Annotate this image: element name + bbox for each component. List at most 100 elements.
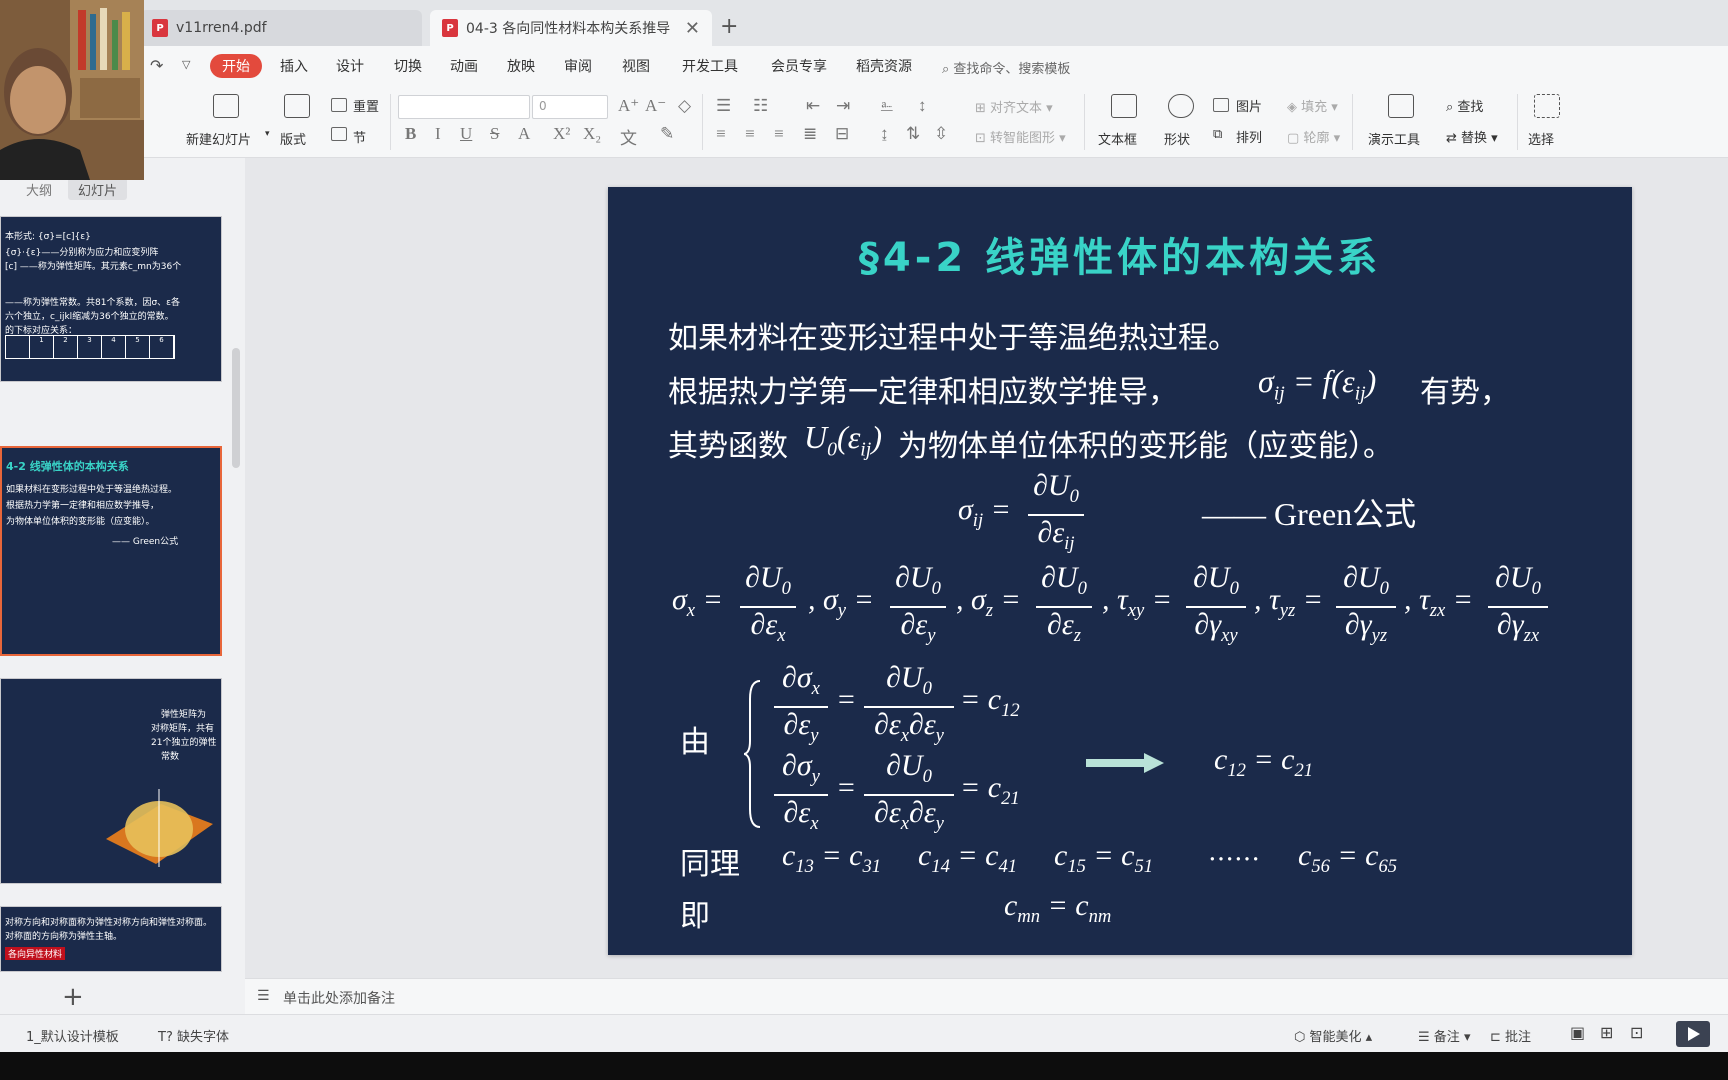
- font-family-select[interactable]: [398, 95, 530, 119]
- phonetic-icon[interactable]: ⽂: [620, 124, 637, 149]
- reset-button[interactable]: 重置: [353, 96, 379, 115]
- slide-title: §4-2 线弹性体的本构关系: [858, 235, 1382, 281]
- fill-button[interactable]: ◈ 填充 ▾: [1287, 96, 1338, 115]
- menu-member[interactable]: 会员专享: [771, 56, 827, 76]
- bullet-list-icon[interactable]: ☰: [716, 96, 731, 116]
- menu-home[interactable]: 开始: [210, 54, 262, 78]
- tab-pdf-document[interactable]: P v11rren4.pdf: [140, 10, 422, 46]
- design-template-label[interactable]: 1_默认设计模板: [26, 1026, 119, 1045]
- menu-review[interactable]: 审阅: [564, 56, 592, 76]
- chevron-down-icon[interactable]: ▾: [265, 129, 270, 139]
- equals-sign: =: [836, 683, 857, 716]
- notes-placeholder[interactable]: 单击此处添加备注: [283, 988, 395, 1008]
- normal-view-icon[interactable]: ▣: [1570, 1023, 1585, 1042]
- underline-icon[interactable]: U: [460, 124, 472, 144]
- panel-scrollbar[interactable]: [232, 348, 240, 468]
- missing-font-button[interactable]: T? 缺失字体: [158, 1026, 229, 1045]
- font-color-icon[interactable]: A: [518, 124, 530, 144]
- align-right-icon[interactable]: ≡: [774, 124, 784, 144]
- equation-sigma-y: , σy =: [808, 583, 874, 621]
- paragraph-spacing-icon[interactable]: ↨: [880, 124, 889, 144]
- smart-shape-button[interactable]: ⊡ 转智能图形 ▾: [975, 127, 1066, 146]
- layout-button[interactable]: 版式: [280, 129, 306, 148]
- distribute-icon[interactable]: ⊟: [835, 124, 849, 144]
- section-button[interactable]: 节: [353, 127, 366, 146]
- line-spacing-icon[interactable]: ↕: [918, 96, 927, 116]
- slide-thumbnail-2[interactable]: 4-2 线弹性体的本构关系 如果材料在变形过程中处于等温绝热过程。 根据热力学第…: [0, 446, 222, 656]
- clear-format-icon[interactable]: ◇: [678, 96, 691, 116]
- equation-fraction: ∂U0 ∂γzx: [1488, 561, 1548, 653]
- arrow-right-icon: [1086, 753, 1164, 773]
- tab-presentation[interactable]: P 04-3 各向同性材料本构关系推导 ✕: [430, 10, 712, 46]
- menu-slideshow[interactable]: 放映: [507, 56, 535, 76]
- align-text-button[interactable]: ⊞ 对齐文本 ▾: [975, 97, 1053, 116]
- align-center-icon[interactable]: ≡: [745, 124, 755, 144]
- add-slide-button[interactable]: +: [62, 982, 84, 1012]
- command-search[interactable]: ⌕ 查找命令、搜索模板: [942, 58, 1070, 77]
- shape-button[interactable]: 形状: [1164, 129, 1190, 148]
- redo-icon[interactable]: ↷: [150, 56, 163, 75]
- tab-outline[interactable]: 大纲: [16, 178, 62, 200]
- font-missing-icon: T?: [158, 1030, 177, 1045]
- replace-button[interactable]: ⇄ 替换 ▾: [1446, 127, 1498, 146]
- new-tab-button[interactable]: +: [720, 14, 738, 39]
- subscript-icon[interactable]: X₂: [583, 124, 601, 144]
- tab-bar: P v11rren4.pdf P 04-3 各向同性材料本构关系推导 ✕ +: [0, 0, 1728, 46]
- present-tool-button[interactable]: 演示工具: [1368, 129, 1420, 148]
- increase-indent-icon[interactable]: ⇥: [836, 96, 850, 116]
- chevron-down-icon[interactable]: ▽: [182, 58, 190, 71]
- numbered-list-icon[interactable]: ☷: [753, 96, 768, 116]
- menu-docer[interactable]: 稻壳资源: [856, 56, 912, 76]
- italic-icon[interactable]: I: [435, 124, 441, 144]
- present-tool-icon[interactable]: [1388, 94, 1414, 118]
- select-icon[interactable]: [1534, 94, 1560, 118]
- new-slide-icon[interactable]: [213, 94, 239, 118]
- notes-toggle-button[interactable]: ☰ 备注 ▾: [1418, 1026, 1470, 1045]
- play-slideshow-button[interactable]: [1676, 1021, 1710, 1047]
- column-icon[interactable]: ⇅: [906, 124, 920, 144]
- menu-animation[interactable]: 动画: [450, 56, 478, 76]
- notes-bar[interactable]: ☰ 单击此处添加备注: [245, 978, 1728, 1014]
- picture-button[interactable]: 图片: [1236, 96, 1262, 115]
- smart-beautify-button[interactable]: ⬡ 智能美化 ▴: [1294, 1026, 1372, 1045]
- justify-icon[interactable]: ≣: [803, 124, 817, 144]
- slide-thumbnail-1[interactable]: 本形式: {σ}=[c]{ε} {σ}·{ε}——分别称为应力和应变列阵 [c]…: [0, 216, 222, 382]
- menu-insert[interactable]: 插入: [280, 56, 308, 76]
- reset-icon: [331, 98, 347, 112]
- font-grow-icon[interactable]: A⁺: [618, 96, 639, 116]
- decrease-indent-icon[interactable]: ⇤: [806, 96, 820, 116]
- spacing-icon[interactable]: ⇳: [934, 124, 948, 144]
- textbox-button[interactable]: 文本框: [1098, 129, 1137, 148]
- highlight-icon[interactable]: ✎: [660, 124, 674, 144]
- equation-tau-yz: , τyz =: [1254, 583, 1323, 621]
- superscript-icon[interactable]: X²: [553, 124, 570, 144]
- tab-slides[interactable]: 幻灯片: [68, 178, 128, 200]
- select-button[interactable]: 选择: [1528, 129, 1554, 148]
- strikethrough-icon[interactable]: S: [490, 124, 499, 144]
- layout-icon[interactable]: [284, 94, 310, 118]
- font-shrink-icon[interactable]: A⁻: [645, 96, 666, 116]
- current-slide[interactable]: §4-2 线弹性体的本构关系 如果材料在变形过程中处于等温绝热过程。 根据热力学…: [608, 187, 1632, 955]
- slide-thumbnail-3[interactable]: 弹性矩阵为 对称矩阵，共有 21个独立的弹性 常数: [0, 678, 222, 884]
- align-left-icon[interactable]: ≡: [716, 124, 726, 144]
- shape-icon[interactable]: [1168, 94, 1194, 118]
- arrange-button[interactable]: 排列: [1236, 127, 1262, 146]
- text-direction-icon[interactable]: ⎁: [880, 96, 894, 116]
- slide-thumbnail-4[interactable]: 对称方向和对称面称为弹性对称方向和弹性对称面。 对称面的方向称为弹性主轴。 各向…: [0, 906, 222, 972]
- menu-view[interactable]: 视图: [622, 56, 650, 76]
- close-icon[interactable]: ✕: [685, 18, 700, 39]
- textbox-icon[interactable]: [1111, 94, 1137, 118]
- search-icon: ⌕: [942, 62, 954, 77]
- outline-button[interactable]: ▢ 轮廓 ▾: [1287, 127, 1340, 146]
- menu-developer[interactable]: 开发工具: [682, 56, 738, 76]
- reading-view-icon[interactable]: ⊡: [1630, 1023, 1643, 1042]
- comments-button[interactable]: ⊏ 批注: [1490, 1026, 1531, 1045]
- bold-icon[interactable]: B: [405, 124, 416, 144]
- find-button[interactable]: ⌕ 查找: [1446, 96, 1483, 115]
- menu-transition[interactable]: 切换: [394, 56, 422, 76]
- new-slide-button[interactable]: 新建幻灯片: [186, 129, 251, 148]
- slide-sorter-icon[interactable]: ⊞: [1600, 1023, 1613, 1042]
- panel-tabs: 大纲 幻灯片: [0, 178, 240, 200]
- menu-design[interactable]: 设计: [336, 56, 364, 76]
- font-size-select[interactable]: 0: [532, 95, 608, 119]
